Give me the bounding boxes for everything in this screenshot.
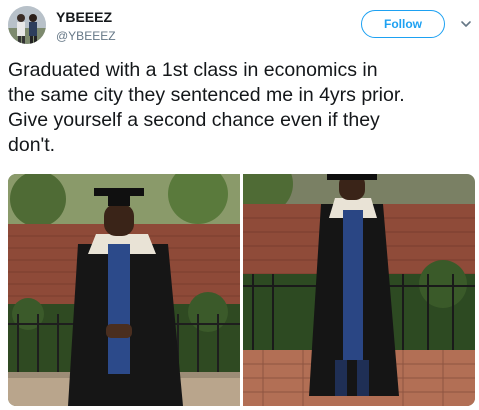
tweet-text: Graduated with a 1st class in economics … (8, 59, 405, 156)
avatar[interactable] (8, 6, 46, 44)
display-name[interactable]: YBEEEZ (56, 8, 116, 26)
follow-button[interactable]: Follow (361, 10, 445, 38)
graduation-photo-left[interactable] (8, 174, 240, 406)
author-names: YBEEEZ @YBEEEZ (56, 8, 116, 44)
tweet-media[interactable] (8, 174, 475, 406)
avatar-image (8, 6, 46, 44)
chevron-down-icon[interactable] (460, 18, 472, 30)
graduation-photo-right[interactable] (243, 174, 475, 406)
user-handle[interactable]: @YBEEEZ (56, 28, 116, 44)
tweet-header: YBEEEZ @YBEEEZ Follow (8, 6, 471, 46)
